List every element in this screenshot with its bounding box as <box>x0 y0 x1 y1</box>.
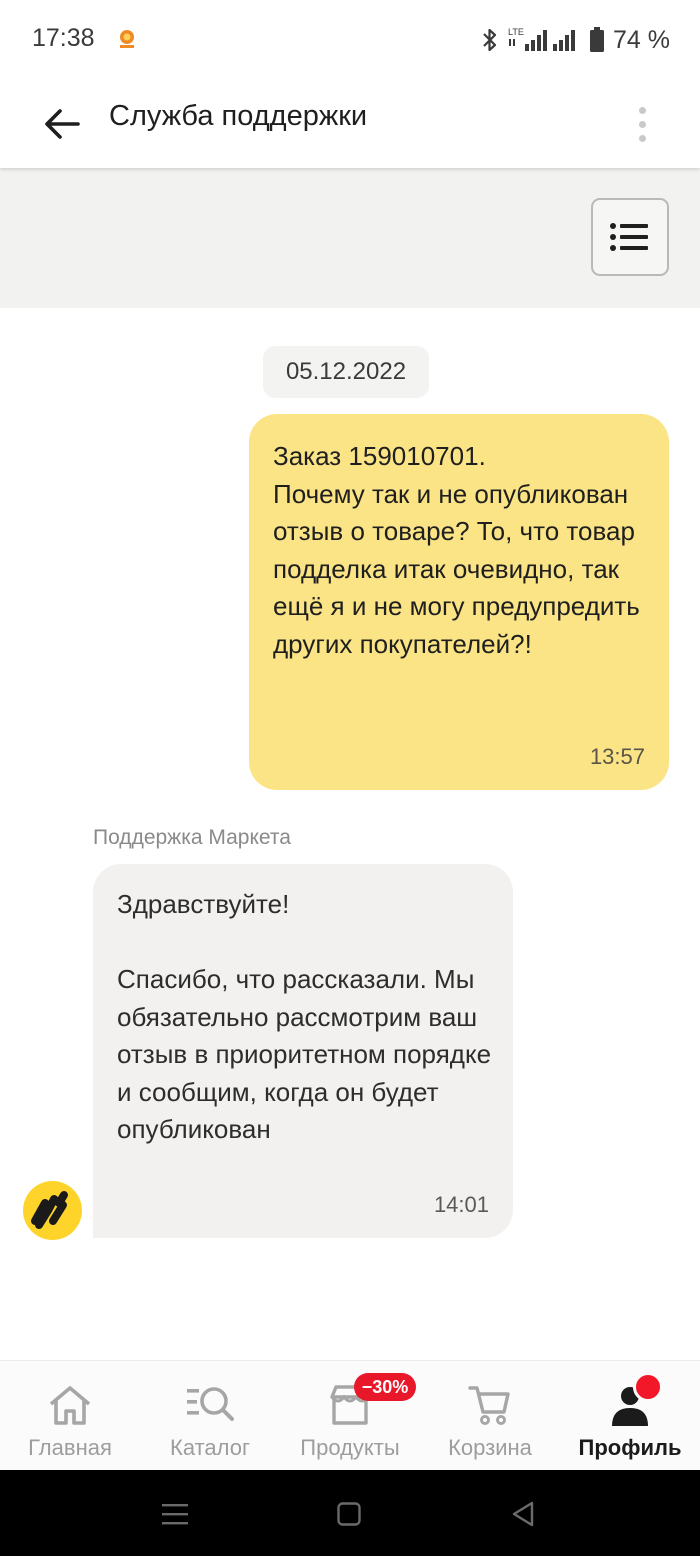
cart-icon <box>468 1386 510 1425</box>
message-time: 14:01 <box>433 1192 489 1217</box>
kebab-dot <box>638 106 646 114</box>
battery-icon <box>590 27 605 52</box>
message-text: Заказ 159010701. Почему так и не опублик… <box>273 441 640 659</box>
support-avatar <box>23 1181 82 1240</box>
page-title: Служба поддержки <box>109 100 368 132</box>
nav-label: Продукты <box>300 1435 400 1460</box>
screen: 17:38 LTE 74 % Служба поддержки 05.12.20… <box>0 0 700 1556</box>
kebab-dot <box>638 134 646 142</box>
more-options-button[interactable] <box>624 94 660 154</box>
message-time: 13:57 <box>589 744 645 769</box>
app-bar: Служба поддержки <box>0 80 700 168</box>
home-button[interactable] <box>331 1496 367 1532</box>
topics-list-button[interactable] <box>591 198 669 276</box>
catalog-search-icon <box>187 1387 234 1421</box>
nav-item-catalog[interactable]: Каталог <box>160 1361 260 1471</box>
system-navigation-bar <box>0 1470 700 1556</box>
svg-text:LTE: LTE <box>508 27 524 37</box>
nav-item-home[interactable]: Главная <box>20 1361 120 1471</box>
nav-label: Главная <box>28 1435 112 1460</box>
triangle-back-icon <box>512 1501 534 1527</box>
message-text: Здравствуйте! Спасибо, что рассказали. М… <box>117 889 492 1144</box>
list-icon <box>610 223 648 251</box>
nav-label: Каталог <box>170 1435 250 1460</box>
nav-label: Корзина <box>448 1435 532 1460</box>
status-time: 17:38 <box>32 24 95 52</box>
lte-signal-icon: LTE <box>508 27 576 51</box>
incoming-message[interactable]: Здравствуйте! Спасибо, что рассказали. М… <box>93 864 513 1238</box>
notification-dot <box>633 1372 663 1402</box>
square-icon <box>337 1502 361 1526</box>
outgoing-message[interactable]: Заказ 159010701. Почему так и не опублик… <box>249 414 669 790</box>
nav-item-profile[interactable]: Профиль <box>575 1361 685 1471</box>
menu-lines-icon <box>162 1504 188 1525</box>
home-icon <box>49 1386 91 1425</box>
notification-app-icon <box>120 30 134 48</box>
sender-name: Поддержка Маркета <box>93 826 291 849</box>
arrow-left-icon <box>45 109 80 139</box>
back-system-button[interactable] <box>505 1496 541 1532</box>
bluetooth-icon <box>483 28 497 52</box>
topics-band <box>0 168 700 308</box>
kebab-dot <box>638 120 646 128</box>
discount-badge: −30% <box>354 1373 416 1401</box>
battery-percent: 74 % <box>613 25 670 54</box>
bottom-navigation: Главная Каталог Продукты Корзина Профиль <box>0 1360 700 1470</box>
nav-label: Профиль <box>578 1435 682 1460</box>
date-separator: 05.12.2022 <box>263 346 429 398</box>
recent-apps-button[interactable] <box>157 1496 193 1532</box>
market-logo-icon <box>31 1191 68 1229</box>
status-bar: 17:38 LTE 74 % <box>0 0 700 80</box>
status-icons: LTE 74 % <box>481 24 670 56</box>
nav-item-cart[interactable]: Корзина <box>440 1361 540 1471</box>
back-button[interactable] <box>36 94 88 154</box>
